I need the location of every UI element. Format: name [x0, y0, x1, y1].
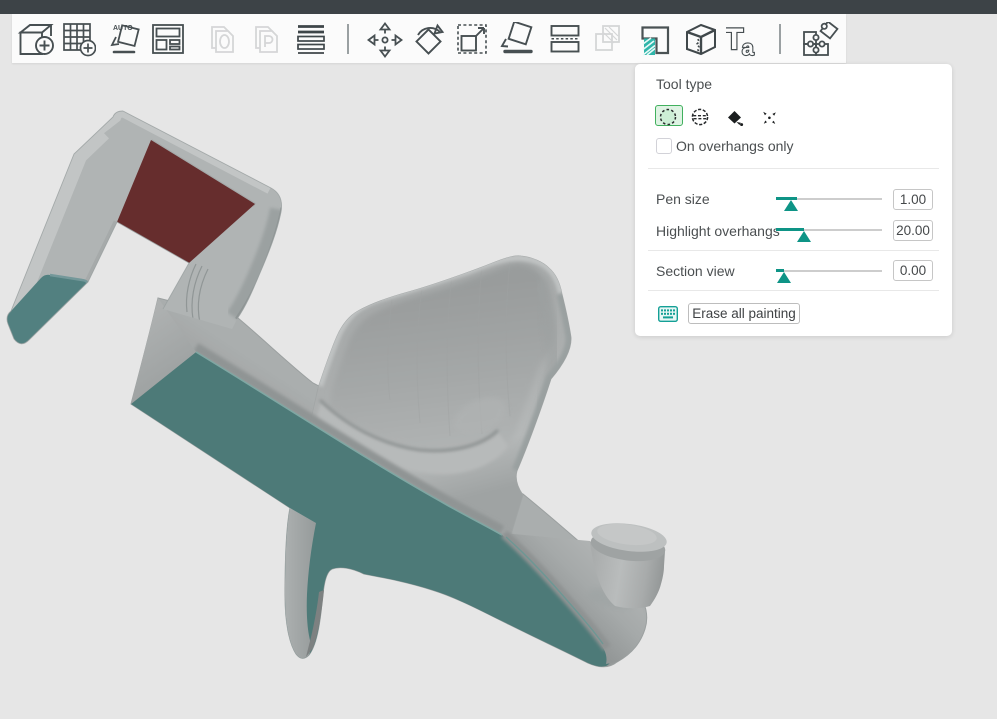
svg-text:a: a [742, 37, 754, 57]
svg-text:T: T [726, 23, 743, 56]
